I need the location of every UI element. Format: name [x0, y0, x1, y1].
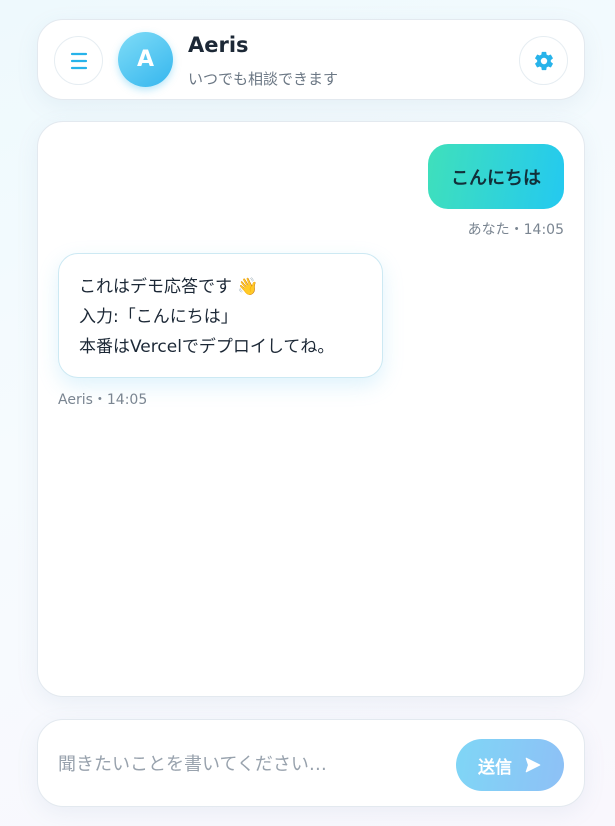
- user-message-text: こんにちは: [451, 167, 541, 189]
- menu-icon: [70, 52, 87, 69]
- assistant-message-line: 入力:「こんにちは」: [79, 307, 238, 327]
- assistant-message-line: これはデモ応答です 👋: [79, 277, 259, 297]
- assistant-message-bubble: これはデモ応答です 👋 入力:「こんにちは」 本番はVercelでデプロイしてね…: [58, 253, 383, 378]
- assistant-status: いつでも相談できます: [188, 70, 339, 88]
- assistant-message-meta: Aeris・14:05: [58, 392, 148, 408]
- assistant-name: Aeris: [188, 33, 249, 57]
- composer: 送信: [37, 719, 585, 807]
- send-button[interactable]: 送信: [456, 739, 564, 791]
- send-arrow-icon: [525, 757, 541, 773]
- chat-header: A Aeris いつでも相談できます: [37, 19, 585, 100]
- message-input[interactable]: [58, 744, 448, 784]
- chat-window[interactable]: こんにちは あなた・14:05 これはデモ応答です 👋 入力:「こんにちは」 本…: [37, 121, 585, 697]
- user-message-meta: あなた・14:05: [467, 222, 564, 238]
- send-label: 送信: [478, 757, 512, 777]
- gear-icon: [534, 51, 553, 70]
- menu-button[interactable]: [54, 36, 103, 85]
- settings-button[interactable]: [519, 36, 568, 85]
- user-message-bubble: こんにちは: [428, 144, 564, 209]
- avatar: A: [118, 32, 173, 87]
- assistant-message-line: 本番はVercelでデプロイしてね。: [79, 337, 335, 357]
